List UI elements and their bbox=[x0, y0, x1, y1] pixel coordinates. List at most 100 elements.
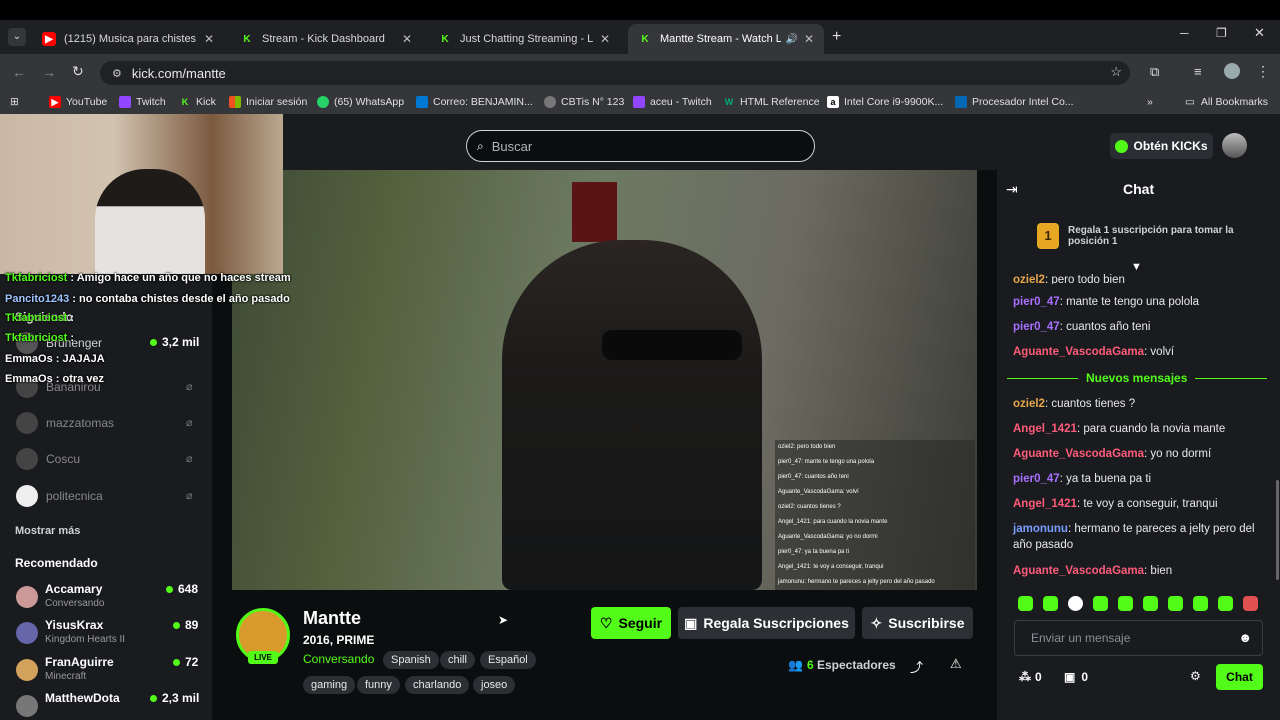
emote-icon[interactable] bbox=[1193, 596, 1208, 611]
user-avatar[interactable] bbox=[1222, 133, 1247, 158]
chat-message: oziel2: pero todo bien bbox=[1013, 274, 1125, 284]
video-player[interactable]: oziel2: pero todo bien pier0_47: mante te… bbox=[232, 170, 977, 590]
bookmark-cbtis[interactable]: CBTis N° 123 bbox=[544, 96, 624, 108]
avatar bbox=[16, 622, 38, 644]
chat-settings-icon[interactable]: ⚙ bbox=[1190, 669, 1201, 683]
tab-search-button[interactable]: ⌄ bbox=[8, 28, 26, 46]
bookmark-aceu-twitch[interactable]: aceu - Twitch bbox=[633, 96, 712, 108]
sidebar-item-accamary[interactable]: Accamary Conversando 648 bbox=[16, 582, 202, 612]
bookmark-kick[interactable]: K Kick bbox=[179, 96, 216, 108]
sidebar-item-coscu[interactable]: Coscu bbox=[16, 448, 80, 470]
bookmark-star-icon[interactable]: ☆ bbox=[1110, 64, 1122, 80]
bookmark-login[interactable]: Iniciar sesión bbox=[229, 96, 307, 108]
chat-message: Angel_1421: para cuando la novia mante bbox=[1013, 423, 1226, 435]
gift-count[interactable]: ▣ 0 bbox=[1064, 670, 1088, 684]
chat-title: Chat bbox=[1123, 181, 1155, 197]
extensions-icon[interactable]: ⧉ bbox=[1150, 64, 1159, 80]
tag-espanol[interactable]: Español bbox=[480, 651, 536, 669]
emote-icon[interactable] bbox=[1068, 596, 1083, 611]
restore-icon[interactable]: ❐ bbox=[1216, 26, 1227, 40]
gift-icon: ▣ bbox=[1064, 670, 1076, 684]
back-icon[interactable]: ← bbox=[12, 64, 26, 80]
all-bookmarks[interactable]: ▭ All Bookmarks bbox=[1185, 96, 1268, 108]
stream-category[interactable]: Conversando bbox=[303, 652, 374, 666]
chat-message: Aguante_VascodaGama: bien bbox=[1013, 565, 1173, 577]
menu-icon[interactable]: ⋮ bbox=[1256, 63, 1270, 80]
follow-button[interactable]: ♡ Seguir bbox=[591, 607, 671, 639]
avatar bbox=[16, 485, 38, 507]
speaker-icon[interactable]: 🔊 bbox=[785, 34, 797, 45]
sidebar-item-franaguirre[interactable]: FranAguirre Minecraft 72 bbox=[16, 655, 202, 685]
tag-funny[interactable]: funny bbox=[357, 676, 400, 694]
close-window-icon[interactable]: ✕ bbox=[1254, 25, 1265, 41]
search-input[interactable]: ⌕ Buscar bbox=[466, 130, 815, 162]
reload-icon[interactable]: ↻ bbox=[72, 63, 84, 80]
apps-icon[interactable]: ⊞ bbox=[10, 96, 19, 108]
tag-spanish[interactable]: Spanish bbox=[383, 651, 439, 669]
bookmark-mail[interactable]: Correo: BENJAMIN... bbox=[416, 96, 533, 108]
close-icon[interactable]: ✕ bbox=[804, 32, 814, 46]
emote-icon[interactable] bbox=[1218, 596, 1233, 611]
get-kicks-button[interactable]: Obtén KICKs bbox=[1110, 133, 1213, 159]
channel-name: MatthewDota bbox=[45, 691, 120, 705]
tag-charlando[interactable]: charlando bbox=[405, 676, 470, 694]
emote-icon[interactable] bbox=[1168, 596, 1183, 611]
url-text[interactable]: kick.com/mantte bbox=[132, 66, 226, 81]
bookmark-intel[interactable]: Procesador Intel Co... bbox=[955, 96, 1074, 108]
collapse-chat-icon[interactable]: ⇥ bbox=[1006, 181, 1018, 198]
bookmark-html-reference[interactable]: W HTML Reference bbox=[723, 96, 820, 108]
close-icon[interactable]: ✕ bbox=[402, 32, 412, 46]
channel-category: Minecraft bbox=[45, 671, 87, 682]
minimize-icon[interactable]: ─ bbox=[1180, 26, 1189, 40]
avatar bbox=[16, 695, 38, 717]
chat-message: Angel_1421: te voy a conseguir, tranqui bbox=[1013, 498, 1218, 510]
profile-avatar[interactable] bbox=[1224, 63, 1240, 79]
chevron-right-icon[interactable]: » bbox=[1147, 96, 1153, 108]
forward-icon[interactable]: → bbox=[42, 64, 56, 80]
tab-youtube[interactable]: ▶ (1215) Musica para chistes - Yo ✕ bbox=[32, 24, 224, 54]
emote-icon[interactable] bbox=[1118, 596, 1133, 611]
avatar bbox=[16, 586, 38, 608]
bookmark-whatsapp[interactable]: (65) WhatsApp bbox=[317, 96, 404, 108]
tab-kick-dashboard[interactable]: K Stream - Kick Dashboard ✕ bbox=[230, 24, 422, 54]
sidebar-item-mazzatomas[interactable]: mazzatomas bbox=[16, 412, 114, 434]
emote-icon[interactable] bbox=[1018, 596, 1033, 611]
omnibox[interactable]: ⚙ kick.com/mantte ☆ bbox=[100, 61, 1130, 85]
show-more-link[interactable]: Mostrar más bbox=[15, 525, 80, 537]
close-icon[interactable]: ✕ bbox=[204, 32, 214, 46]
tag-joseo[interactable]: joseo bbox=[473, 676, 516, 694]
sidebar-item-yisuskrax[interactable]: YisusKrax Kingdom Hearts II 89 bbox=[16, 618, 202, 648]
channel-name[interactable]: Mantte bbox=[303, 608, 361, 629]
sidebar-item-politecnica[interactable]: politecnica bbox=[16, 485, 103, 507]
share-icon[interactable]: ⤴ bbox=[910, 657, 923, 676]
site-info-icon[interactable]: ⚙ bbox=[112, 67, 122, 80]
media-icon[interactable]: ≡ bbox=[1194, 64, 1202, 79]
points-icon: ⁂ bbox=[1019, 670, 1031, 684]
tag-gaming[interactable]: gaming bbox=[303, 676, 356, 694]
new-messages-label[interactable]: Nuevos mensajes bbox=[1078, 371, 1196, 385]
emote-icon[interactable] bbox=[1143, 596, 1158, 611]
emote-icon[interactable] bbox=[1043, 596, 1058, 611]
emote-icon[interactable] bbox=[1093, 596, 1108, 611]
send-chat-button[interactable]: Chat bbox=[1216, 664, 1263, 690]
bookmark-intel-amazon[interactable]: a Intel Core i9-9900K... bbox=[827, 96, 943, 108]
report-icon[interactable]: ⚠ bbox=[950, 656, 962, 672]
tag-chill[interactable]: chill bbox=[440, 651, 475, 669]
chat-scrollbar[interactable] bbox=[1276, 480, 1279, 580]
tab-mantte-stream[interactable]: K Mantte Stream - Watch Live 🔊 ✕ bbox=[628, 24, 824, 54]
bookmark-youtube[interactable]: ▶ YouTube bbox=[49, 96, 107, 108]
gift-subscriptions-button[interactable]: ▣ Regala Suscripciones bbox=[678, 607, 855, 639]
emoji-icon[interactable]: ☻ bbox=[1238, 630, 1252, 645]
tab-just-chatting[interactable]: K Just Chatting Streaming - Live S ✕ bbox=[428, 24, 620, 54]
bookmark-twitch[interactable]: Twitch bbox=[119, 96, 166, 108]
close-icon[interactable]: ✕ bbox=[600, 32, 610, 46]
subscribe-button[interactable]: ✧ Suscribirse bbox=[862, 607, 973, 639]
streamer-figure bbox=[502, 240, 762, 590]
new-tab-button[interactable]: + bbox=[832, 28, 841, 46]
chat-message-input[interactable]: Enviar un mensaje ☻ bbox=[1014, 620, 1263, 656]
channel-points[interactable]: ⁂ 0 bbox=[1019, 670, 1042, 684]
video-poster bbox=[572, 182, 617, 242]
sidebar-item-matthewdota[interactable]: MatthewDota 2,3 mil bbox=[16, 691, 202, 720]
emote-icon[interactable] bbox=[1243, 596, 1258, 611]
chat-message: pier0_47: ya ta buena pa ti bbox=[1013, 473, 1152, 485]
